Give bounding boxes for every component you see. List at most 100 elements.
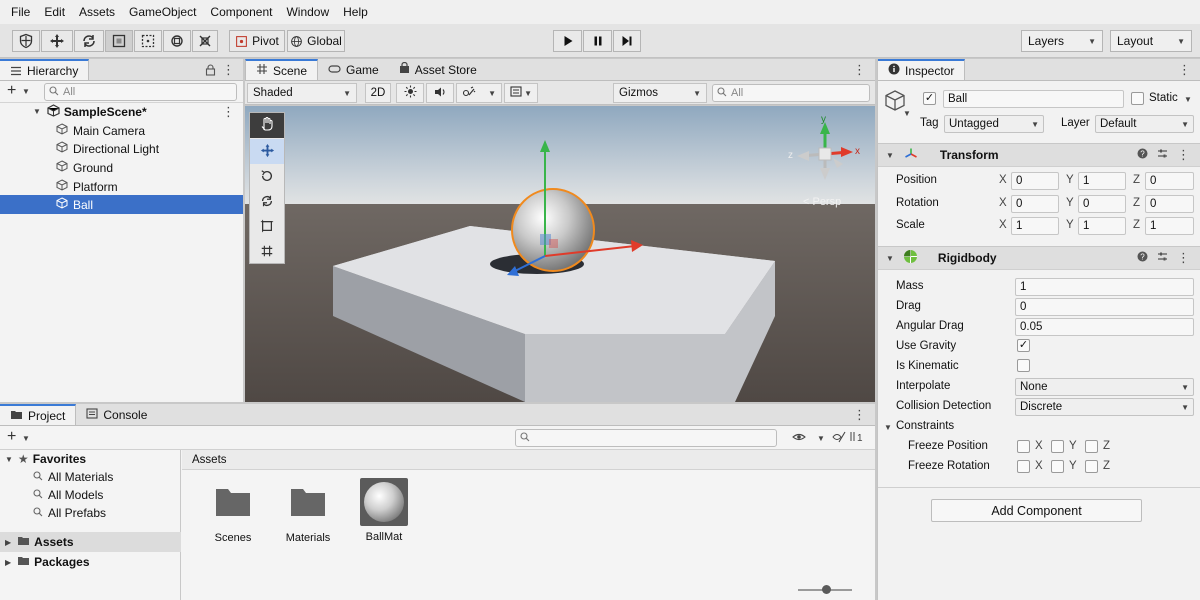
- project-menu-icon[interactable]: ⋮: [853, 404, 875, 425]
- scale-x-field[interactable]: 1: [1011, 217, 1059, 235]
- hierarchy-item-ground[interactable]: Ground: [0, 158, 243, 177]
- view-tool-button[interactable]: [12, 30, 40, 52]
- scene-viewport[interactable]: y x z < Persp: [245, 106, 875, 402]
- toggle-2d-button[interactable]: 2D: [365, 83, 391, 103]
- is-kinematic-checkbox[interactable]: [1017, 359, 1030, 372]
- freeze-position-y-checkbox[interactable]: [1051, 440, 1064, 453]
- rotate-tool-button[interactable]: [74, 30, 104, 52]
- move-tool-button[interactable]: [41, 30, 73, 52]
- transform-tool-button[interactable]: [163, 30, 191, 52]
- expand-arrow-icon[interactable]: ▶: [5, 538, 11, 547]
- play-button[interactable]: [553, 30, 582, 52]
- hidden-packages-counter[interactable]: 1: [850, 431, 863, 445]
- hand-tool-button[interactable]: [250, 113, 284, 138]
- menu-help[interactable]: Help: [336, 5, 375, 19]
- menu-edit[interactable]: Edit: [37, 5, 72, 19]
- perspective-label[interactable]: < Persp: [803, 196, 841, 208]
- collision-detection-dropdown[interactable]: Discrete ▼: [1015, 398, 1194, 416]
- rect-tool-button[interactable]: [134, 30, 162, 52]
- preset-sliders-icon[interactable]: [1157, 251, 1168, 265]
- icon-size-slider-thumb[interactable]: [822, 585, 831, 594]
- component-menu-icon[interactable]: ⋮: [1177, 250, 1190, 266]
- collapse-arrow-icon[interactable]: ▼: [886, 254, 894, 263]
- ball-sphere[interactable]: [511, 188, 595, 272]
- freeze-rotation-z-checkbox[interactable]: [1085, 460, 1098, 473]
- chevron-down-icon[interactable]: ▼: [22, 87, 30, 96]
- expand-arrow-icon[interactable]: ▼: [33, 107, 41, 116]
- favorites-item-all-prefabs[interactable]: All Prefabs: [0, 504, 181, 522]
- hidden-objects-dropdown[interactable]: ▼: [504, 83, 538, 103]
- pause-button[interactable]: [583, 30, 612, 52]
- layers-dropdown[interactable]: Layers ▼: [1021, 30, 1103, 52]
- asset-item-materials[interactable]: Materials: [278, 484, 338, 544]
- chevron-down-icon[interactable]: ▼: [1184, 95, 1192, 104]
- hierarchy-item-ball[interactable]: Ball: [0, 195, 243, 214]
- freeze-rotation-y-checkbox[interactable]: [1051, 460, 1064, 473]
- position-y-field[interactable]: 1: [1078, 172, 1126, 190]
- global-toggle[interactable]: Global: [287, 30, 345, 52]
- tab-asset-store[interactable]: Asset Store: [389, 59, 487, 80]
- scale-z-field[interactable]: 1: [1145, 217, 1194, 235]
- component-menu-icon[interactable]: ⋮: [1177, 147, 1190, 163]
- chevron-down-icon[interactable]: ▼: [22, 434, 30, 443]
- step-button[interactable]: [613, 30, 641, 52]
- scale-y-field[interactable]: 1: [1078, 217, 1126, 235]
- asset-item-scenes[interactable]: Scenes: [203, 484, 263, 544]
- scale-tool-palette-button[interactable]: [250, 190, 284, 215]
- scale-tool-button[interactable]: [105, 30, 133, 52]
- move-tool-palette-button[interactable]: [250, 139, 284, 164]
- lock-icon[interactable]: [205, 59, 222, 80]
- label-filter-icon[interactable]: [832, 431, 846, 446]
- tag-dropdown[interactable]: Untagged ▼: [944, 115, 1044, 133]
- expand-arrow-icon[interactable]: ▼: [5, 455, 13, 464]
- create-plus-icon[interactable]: +: [7, 428, 16, 446]
- rotate-tool-palette-button[interactable]: [250, 165, 284, 190]
- add-component-button[interactable]: Add Component: [931, 499, 1142, 522]
- orientation-gizmo[interactable]: y x z: [785, 114, 865, 192]
- interpolate-dropdown[interactable]: None ▼: [1015, 378, 1194, 396]
- chevron-down-icon[interactable]: ▼: [903, 109, 911, 118]
- create-plus-icon[interactable]: +: [7, 82, 16, 100]
- rotation-z-field[interactable]: 0: [1145, 195, 1194, 213]
- asset-item-ballmat[interactable]: BallMat: [354, 478, 414, 543]
- expand-arrow-icon[interactable]: ▶: [5, 558, 11, 567]
- freeze-rotation-x-checkbox[interactable]: [1017, 460, 1030, 473]
- favorites-item-all-materials[interactable]: All Materials: [0, 468, 181, 486]
- rotation-x-field[interactable]: 0: [1011, 195, 1059, 213]
- favorites-item-all-models[interactable]: All Models: [0, 486, 181, 504]
- menu-assets[interactable]: Assets: [72, 5, 122, 19]
- hierarchy-item-platform[interactable]: Platform: [0, 177, 243, 196]
- hierarchy-menu-icon[interactable]: ⋮: [222, 59, 243, 80]
- pivot-toggle[interactable]: Pivot: [229, 30, 285, 52]
- object-name-field[interactable]: Ball: [943, 90, 1124, 108]
- freeze-position-x-checkbox[interactable]: [1017, 440, 1030, 453]
- position-z-field[interactable]: 0: [1145, 172, 1194, 190]
- scene-search-input[interactable]: All: [712, 84, 870, 102]
- breadcrumb[interactable]: Assets: [192, 454, 227, 466]
- tab-hierarchy[interactable]: Hierarchy: [0, 59, 90, 80]
- hierarchy-item-directional-light[interactable]: Directional Light: [0, 139, 243, 158]
- custom-tool-button[interactable]: [192, 30, 218, 52]
- collapse-arrow-icon[interactable]: ▼: [884, 423, 892, 432]
- mass-field[interactable]: 1: [1015, 278, 1194, 296]
- lighting-toggle[interactable]: [396, 83, 424, 103]
- layout-dropdown[interactable]: Layout ▼: [1110, 30, 1192, 52]
- chevron-down-icon[interactable]: ▼: [817, 434, 825, 443]
- drag-field[interactable]: 0: [1015, 298, 1194, 316]
- effects-dropdown[interactable]: ▼: [456, 83, 502, 103]
- asset-type-filter-icon[interactable]: [792, 432, 806, 446]
- menu-file[interactable]: File: [4, 5, 37, 19]
- scene-menu-icon[interactable]: ⋮: [853, 59, 875, 80]
- active-checkbox[interactable]: ✓: [923, 92, 936, 105]
- menu-component[interactable]: Component: [203, 5, 279, 19]
- rotation-y-field[interactable]: 0: [1078, 195, 1126, 213]
- angular-drag-field[interactable]: 0.05: [1015, 318, 1194, 336]
- tree-item-packages[interactable]: ▶ Packages: [0, 552, 181, 572]
- collapse-arrow-icon[interactable]: ▼: [886, 151, 894, 160]
- help-icon[interactable]: ?: [1137, 148, 1148, 162]
- gizmos-dropdown[interactable]: Gizmos ▼: [613, 83, 707, 103]
- position-x-field[interactable]: 0: [1011, 172, 1059, 190]
- scene-menu-icon[interactable]: ⋮: [222, 104, 235, 120]
- transform-tool-palette-button[interactable]: [250, 240, 284, 264]
- hierarchy-search-input[interactable]: All: [44, 83, 237, 101]
